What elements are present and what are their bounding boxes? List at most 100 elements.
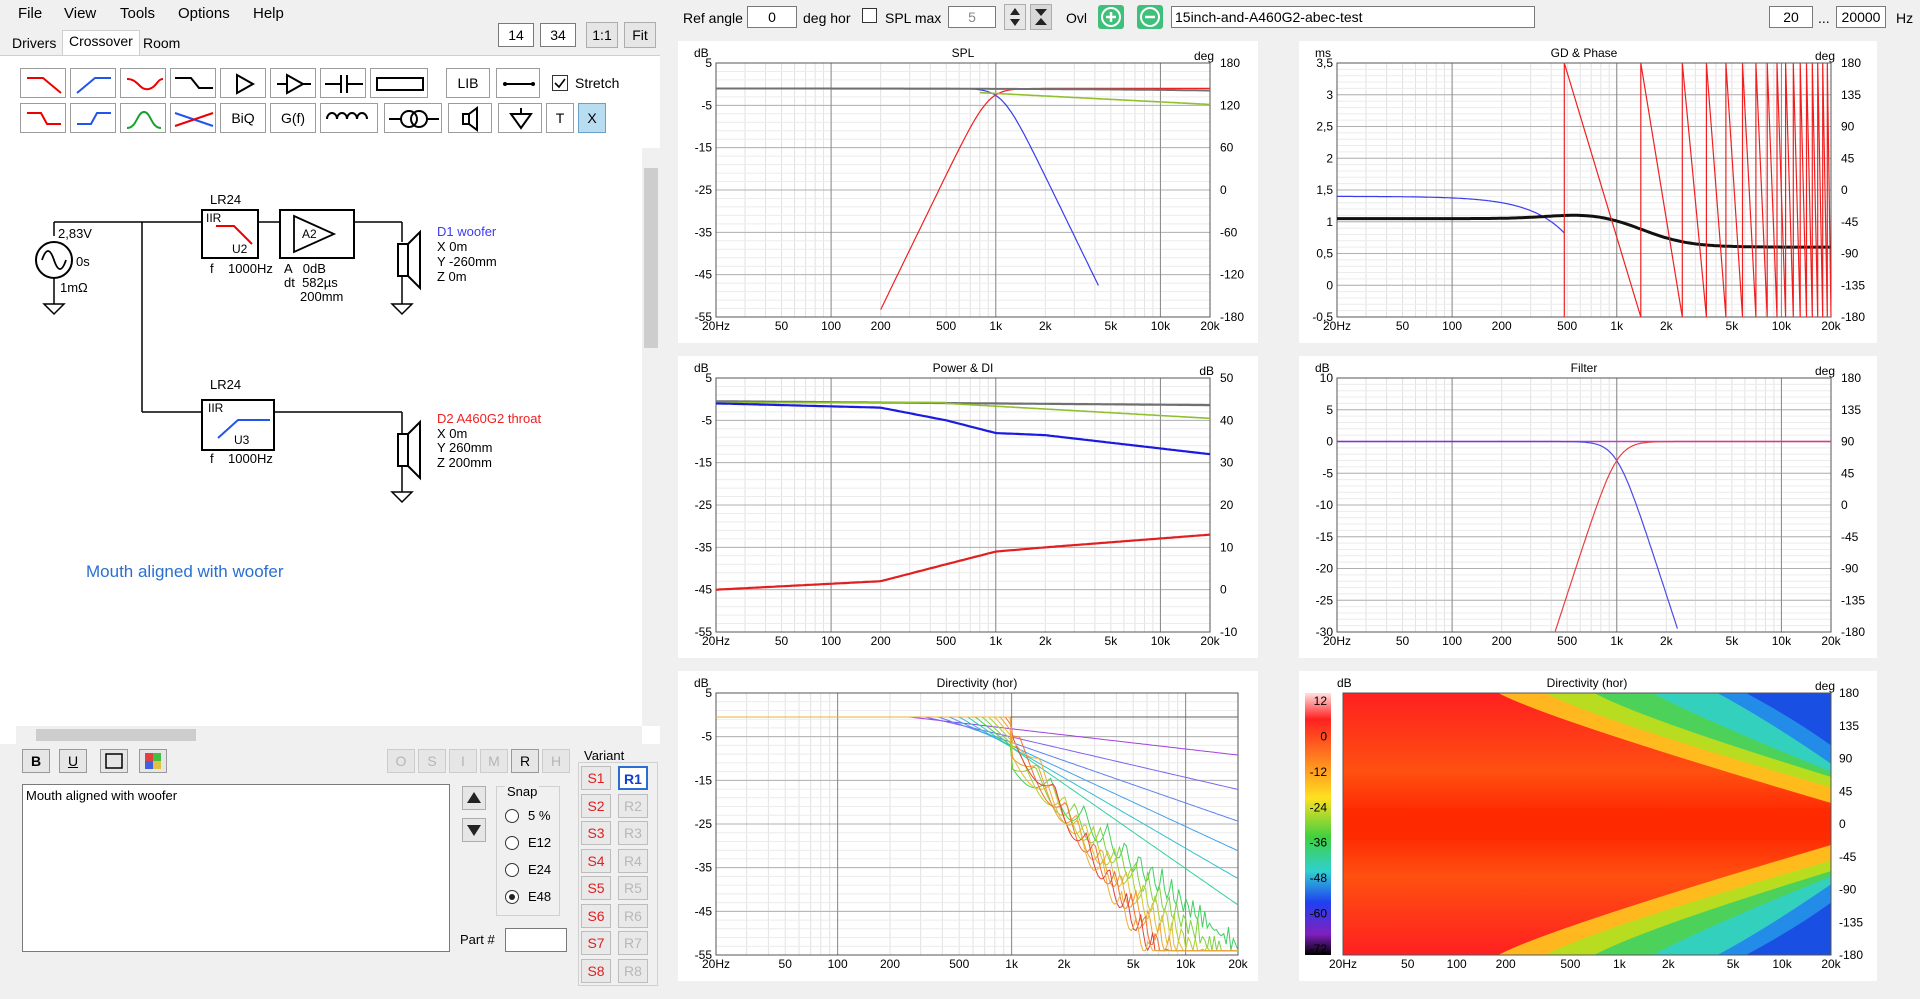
variant-r8-button[interactable]: R8 [618,958,648,983]
tab-drivers[interactable]: Drivers [6,33,62,55]
d1-name[interactable]: D1 woofer [437,224,496,239]
notch-tool[interactable] [170,103,216,133]
schematic-note[interactable]: Mouth aligned with woofer [86,562,284,582]
y-tick-label: -35 [695,540,713,554]
capacitor-tool[interactable] [320,68,366,98]
variant-r1-button[interactable]: R1 [618,766,648,790]
menu-file[interactable]: File [18,5,42,22]
speaker-tool[interactable] [448,103,492,133]
resistor-tool[interactable] [370,68,428,98]
schematic-vertical-scrollbar[interactable] [642,148,660,726]
ref-angle-input[interactable]: 0 [747,6,797,28]
buffer-tool[interactable] [270,68,316,98]
directivity-chart[interactable]: 5 -5 -15 -25 -35 -45 -55 20Hz 50 100 200 500 1k 2k 5k 1… [678,671,1258,981]
highpass-tool-2[interactable] [70,103,116,133]
color-picker-icon[interactable] [139,749,167,773]
x-tick-label: 500 [1557,634,1577,648]
variant-r4-button[interactable]: R4 [618,848,648,873]
inductor-tool[interactable] [320,103,378,133]
menu-tools[interactable]: Tools [120,5,155,22]
border-button[interactable] [100,749,128,773]
spl-max-checkbox[interactable] [862,8,877,23]
y2-tick-label: 90 [1839,752,1853,766]
zoom-1to1-button[interactable]: 1:1 [586,22,618,48]
variant-s7-button[interactable]: S7 [581,931,611,955]
variant-r2-button[interactable]: R2 [618,793,648,818]
variant-s6-button[interactable]: S6 [581,903,611,928]
delete-tool[interactable]: X [578,103,606,133]
y2-tick-label: 30 [1220,456,1234,470]
source-delay: 0s [76,254,90,269]
tag-h-button[interactable]: H [542,749,570,773]
shelf-tool[interactable] [170,68,216,98]
ground-tool[interactable] [498,103,542,133]
filter-chart[interactable]: 10 5 0 -5 -10 -15 -20 -25 -30 20Hz 50 100 200 500 1k 2k… [1299,356,1877,658]
tag-i-button[interactable]: I [449,749,477,773]
transfer-function-tool[interactable]: G(f) [270,103,316,133]
stretch-checkbox[interactable] [552,75,568,91]
add-overlay-icon[interactable] [1098,5,1124,29]
bold-button[interactable]: B [22,749,50,773]
library-tool[interactable]: LIB [446,68,490,98]
biquad-tool[interactable]: BiQ [220,103,266,133]
transformer-tool[interactable] [384,103,442,133]
part-number-input[interactable] [505,928,567,952]
amplifier-tool[interactable] [220,68,266,98]
lowpass-tool-2[interactable] [20,103,66,133]
fit-button[interactable]: Fit [624,22,656,48]
spl-max-input[interactable]: 5 [948,6,996,28]
freq-max-input[interactable]: 20000 [1836,6,1886,28]
snap-5pct-radio[interactable] [505,809,519,823]
tab-room[interactable]: Room [137,33,186,55]
highpass-tool[interactable] [70,68,116,98]
power-di-chart[interactable]: 5 -5 -15 -25 -35 -45 -55 20Hz 50 100 200 500 1k 2k 5k 1… [678,356,1258,658]
tag-o-button[interactable]: O [387,749,415,773]
tag-s-button[interactable]: S [418,749,446,773]
remove-overlay-icon[interactable] [1137,5,1163,29]
d2-name[interactable]: D2 A460G2 throat [437,411,541,426]
grid-value-1[interactable]: 14 [498,23,534,47]
notes-textarea[interactable]: Mouth aligned with woofer [22,784,450,952]
variant-s4-button[interactable]: S4 [581,848,611,873]
bandpass-tool[interactable] [120,103,166,133]
move-up-icon[interactable] [462,786,486,810]
tag-r-button[interactable]: R [511,749,539,773]
directivity-map-chart[interactable]: 20Hz 50 100 200 500 1k 2k 5k 10k 20k 180 135 90 45 0 -4… [1299,671,1877,981]
freq-min-input[interactable]: 20 [1769,6,1813,28]
wire-tool[interactable] [496,68,540,98]
variant-r5-button[interactable]: R5 [618,876,648,900]
menu-options[interactable]: Options [178,5,230,22]
lowpass-tool[interactable] [20,68,66,98]
variant-s3-button[interactable]: S3 [581,821,611,845]
tab-crossover[interactable]: Crossover [62,30,140,56]
text-tool-label: T [555,110,565,126]
underline-button[interactable]: U [59,749,87,773]
variant-s2-button[interactable]: S2 [581,793,611,818]
collapse-icon[interactable] [1030,4,1052,30]
snap-e24-radio[interactable] [505,863,519,877]
text-tool[interactable]: T [546,103,574,133]
variant-r6-button[interactable]: R6 [618,903,648,928]
schematic-horizontal-scrollbar[interactable] [16,726,642,744]
spin-up-down-icon[interactable] [1004,4,1026,30]
snap-e48-radio[interactable] [505,890,519,904]
project-name-input[interactable]: 15inch-and-A460G2-abec-test [1171,6,1535,28]
variant-s5-button[interactable]: S5 [581,876,611,900]
snap-e12-radio[interactable] [505,836,519,850]
variant-r7-button[interactable]: R7 [618,931,648,955]
variant-s1-button[interactable]: S1 [581,766,611,790]
menu-view[interactable]: View [64,5,96,22]
variant-s8-button[interactable]: S8 [581,958,611,983]
move-down-icon[interactable] [462,818,486,842]
tag-m-button[interactable]: M [480,749,508,773]
variant-r3-button[interactable]: R3 [618,821,648,845]
gd-phase-chart[interactable]: 3,5 3 2,5 2 1,5 1 0,5 0 -0,5 20Hz 50 100 200 500 1k 2k 5… [1299,41,1877,343]
stretch-label: Stretch [575,75,620,91]
grid-value-2[interactable]: 34 [540,23,576,47]
x-tick-label: 20k [1821,319,1841,333]
allpass-tool[interactable] [120,68,166,98]
x-tick-label: 200 [1492,634,1512,648]
schematic-canvas[interactable]: 2,83V 0s 1mΩ LR24 IIR U2 f 1000Hz A2 A 0… [16,148,642,726]
menu-help[interactable]: Help [253,5,284,22]
spl-chart[interactable]: 5 -5 -15 -25 -35 -45 -55 20Hz 50 100 200 500 1k 2k 5k 1… [678,41,1258,343]
